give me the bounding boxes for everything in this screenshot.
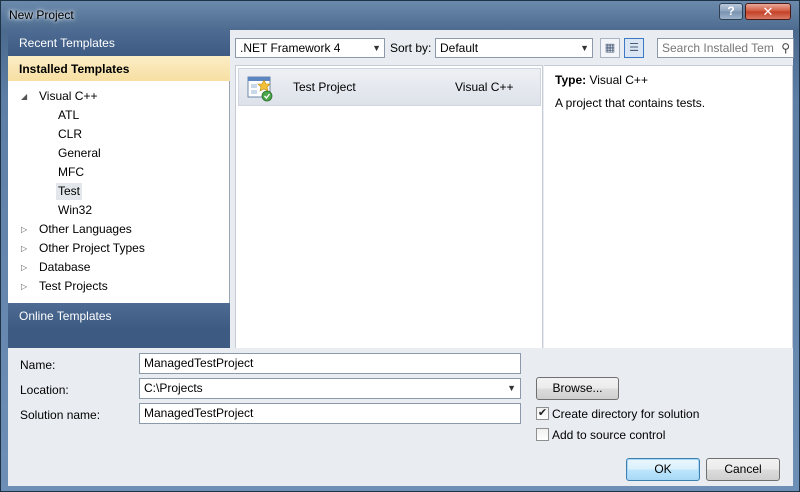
template-type: Type: Visual C++ [555, 73, 648, 87]
tree-item-atl[interactable]: ATL [8, 107, 230, 125]
tree-item-label: ATL [58, 108, 80, 122]
project-name-input[interactable]: ManagedTestProject [139, 353, 521, 374]
type-value: Visual C++ [589, 73, 648, 87]
tree-item-test[interactable]: Test [8, 183, 230, 201]
tree-item-visual-c-[interactable]: ◢ Visual C++ [8, 88, 230, 106]
project-name-value: ManagedTestProject [144, 356, 254, 370]
window-title: New Project [9, 8, 74, 22]
tree-item-label: Other Project Types [39, 241, 145, 255]
search-icon[interactable]: ⚲ [781, 39, 790, 57]
template-language: Visual C++ [455, 80, 514, 94]
template-row-test-project[interactable]: Test Project Visual C++ [238, 68, 541, 106]
tree-item-other-languages[interactable]: ▷ Other Languages [8, 221, 230, 239]
chevron-down-icon[interactable]: ▼ [507, 379, 516, 398]
tree-item-test-projects[interactable]: ▷ Test Projects [8, 278, 230, 296]
solution-name-value: ManagedTestProject [144, 406, 254, 420]
template-toolbar: .NET Framework 4 ▼ Sort by: Default ▼ ▦ … [230, 30, 794, 63]
location-label: Location: [20, 383, 69, 397]
tree-item-label: Test [56, 183, 83, 200]
tree-item-label: General [58, 146, 101, 160]
left-panel-footer [8, 329, 230, 348]
grid-view-icon: ▦ [604, 42, 616, 54]
tree-item-win32[interactable]: Win32 [8, 202, 230, 220]
details-view-button[interactable]: ☰ [624, 38, 644, 58]
ok-button[interactable]: OK [626, 458, 700, 481]
source-control-label[interactable]: Add to source control [552, 428, 665, 442]
list-view-icon: ☰ [629, 42, 639, 54]
test-project-icon [247, 76, 273, 102]
recent-templates-header[interactable]: Recent Templates [8, 30, 230, 56]
medium-icons-view-button[interactable]: ▦ [600, 38, 620, 58]
template-description-text: A project that contains tests. [555, 96, 706, 110]
search-placeholder: Search Installed Tem [662, 41, 774, 55]
search-installed-templates-input[interactable]: Search Installed Tem ⚲ [657, 38, 794, 58]
location-combo[interactable]: C:\Projects ▼ [139, 378, 521, 399]
title-bar[interactable]: New Project ? ✕ [1, 1, 799, 29]
tree-item-clr[interactable]: CLR [8, 126, 230, 144]
tree-item-other-project-types[interactable]: ▷ Other Project Types [8, 240, 230, 258]
close-button[interactable]: ✕ [745, 3, 791, 20]
collapsed-arrow-icon[interactable]: ▷ [21, 278, 27, 295]
location-value: C:\Projects [144, 381, 203, 395]
tree-item-label: MFC [58, 165, 84, 179]
template-description-panel: Type: Visual C++ A project that contains… [544, 65, 793, 349]
tree-item-label: Test Projects [39, 279, 108, 293]
collapsed-arrow-icon[interactable]: ▷ [21, 221, 27, 238]
create-directory-checkbox[interactable]: ✔ [536, 407, 549, 420]
dialog-client-area: Recent Templates Installed Templates ◢ Vi… [8, 30, 794, 486]
tree-item-label: Database [39, 260, 91, 274]
framework-value: .NET Framework 4 [240, 41, 341, 55]
collapsed-arrow-icon[interactable]: ▷ [21, 240, 27, 257]
chevron-down-icon: ▼ [372, 43, 381, 53]
tree-item-label: CLR [58, 127, 83, 141]
tree-item-mfc[interactable]: MFC [8, 164, 230, 182]
tree-item-label: Visual C++ [39, 89, 98, 103]
tree-item-label: Other Languages [39, 222, 132, 236]
online-templates-header[interactable]: Online Templates [8, 303, 230, 329]
create-directory-label[interactable]: Create directory for solution [552, 407, 699, 421]
type-label: Type: [555, 73, 587, 87]
project-settings-form: Name: ManagedTestProject Location: C:\Pr… [8, 348, 793, 486]
collapsed-arrow-icon[interactable]: ▷ [21, 259, 27, 276]
new-project-dialog: New Project ? ✕ Recent Templates Install… [0, 0, 800, 492]
framework-dropdown[interactable]: .NET Framework 4 ▼ [235, 38, 385, 58]
cancel-button[interactable]: Cancel [706, 458, 780, 481]
tree-item-general[interactable]: General [8, 145, 230, 163]
template-name: Test Project [293, 80, 356, 94]
template-categories-panel: Recent Templates Installed Templates ◢ Vi… [8, 30, 230, 348]
sort-dropdown[interactable]: Default ▼ [435, 38, 593, 58]
sort-by-label: Sort by: [390, 41, 432, 55]
expanded-arrow-icon[interactable]: ◢ [21, 88, 27, 105]
template-list: Test Project Visual C++ [235, 65, 543, 349]
source-control-checkbox[interactable] [536, 428, 549, 441]
installed-templates-header[interactable]: Installed Templates [8, 56, 230, 81]
tree-item-label: Win32 [58, 203, 93, 217]
help-button[interactable]: ? [719, 3, 743, 20]
browse-button[interactable]: Browse... [536, 377, 619, 400]
name-label: Name: [20, 358, 56, 372]
checkmark-icon: ✔ [537, 407, 548, 419]
solution-name-label: Solution name: [20, 408, 101, 422]
solution-name-input[interactable]: ManagedTestProject [139, 403, 521, 424]
chevron-down-icon: ▼ [580, 43, 589, 53]
sort-value: Default [440, 41, 479, 55]
tree-item-database[interactable]: ▷ Database [8, 259, 230, 277]
